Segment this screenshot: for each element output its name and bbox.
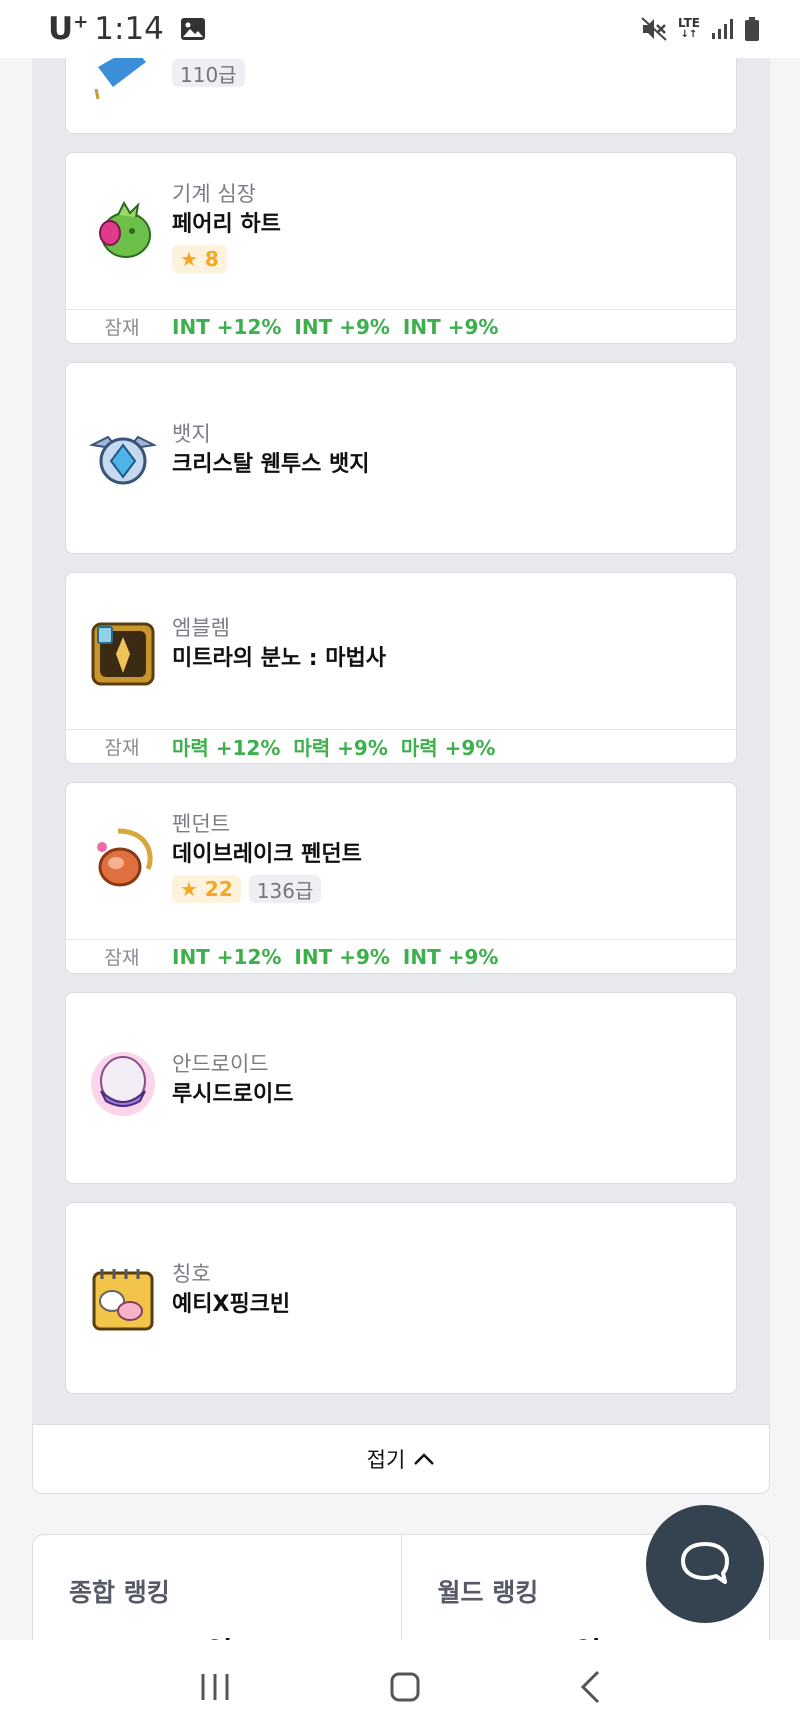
item-name: 루시드로이드 [172, 1082, 294, 1107]
potential-value: 마력 +9% [293, 736, 388, 760]
potential-row: 잠재 INT +12% INT +9% INT +9% [66, 309, 736, 343]
potential-row: 잠재 마력 +12% 마력 +9% 마력 +9% [66, 729, 736, 763]
potential-value: INT +9% [402, 314, 499, 339]
potential-row: 잠재 INT +12% INT +9% INT +9% [66, 939, 736, 973]
item-name: 페어리 하트 [172, 212, 281, 237]
star-icon: ★ [180, 247, 198, 271]
star-force-badge: ★ 22 [172, 875, 241, 903]
item-category: 펜던트 [172, 812, 230, 836]
level-badge: 110급 [172, 59, 245, 87]
gallery-icon [180, 18, 205, 40]
item-category: 엠블렘 [172, 616, 230, 640]
item-category: 뱃지 [172, 422, 211, 446]
item-name: 크리스탈 웬투스 뱃지 [172, 452, 370, 477]
item-card-emblem[interactable]: 엠블렘 미트라의 분노 : 마법사 잠재 마력 +12% 마력 +9% 마력 +… [65, 572, 737, 764]
item-category: 기계 심장 [172, 182, 256, 206]
fold-button-label: 접기 [366, 1448, 406, 1472]
potential-value: INT +9% [294, 314, 390, 339]
potential-value: 마력 +12% [172, 736, 281, 760]
overall-ranking-label: 종합 랭킹 [69, 1578, 170, 1607]
potential-value: INT +12% [172, 944, 282, 969]
fairy-heart-icon [99, 200, 151, 258]
carrier-label: U+ [48, 11, 89, 47]
chevron-up-icon [414, 1453, 435, 1465]
back-icon[interactable] [578, 1669, 602, 1705]
home-icon[interactable] [389, 1671, 421, 1703]
clock: 1:14 [94, 11, 164, 47]
item-card-title[interactable]: 칭호 예티X핑크빈 [65, 1202, 737, 1394]
item-name: 미트라의 분노 : 마법사 [172, 646, 386, 671]
signal-icon [712, 19, 733, 39]
fold-button[interactable]: 접기 [32, 1424, 770, 1494]
item-card-badge[interactable]: 뱃지 크리스탈 웬투스 뱃지 [65, 362, 737, 554]
potential-value: INT +9% [294, 944, 390, 969]
potential-label: 잠재 [104, 317, 140, 339]
item-name: 예티X핑크빈 [172, 1292, 291, 1317]
title-icon [92, 1269, 154, 1331]
chat-bubble-icon [681, 1542, 729, 1584]
item-name: 데이브레이크 펜던트 [172, 842, 362, 867]
potential-value: 마력 +9% [400, 736, 496, 760]
system-nav-bar [0, 1640, 800, 1733]
item-card-heart[interactable]: 기계 심장 페어리 하트 ★ 8 잠재 INT +12% INT +9% INT… [65, 152, 737, 344]
crystal-badge-icon [88, 435, 158, 485]
level-badge: 136급 [248, 875, 322, 903]
potential-label: 잠재 [104, 947, 140, 969]
star-force-badge: ★ 8 [172, 245, 227, 273]
pendant-icon [97, 828, 153, 887]
lte-indicator: LTE ↓↑ [677, 16, 700, 40]
battery-icon [745, 17, 759, 41]
potential-label: 잠재 [104, 737, 140, 759]
item-card-pendant[interactable]: 펜던트 데이브레이크 펜던트 ★ 22 136급 잠재 INT +12% INT… [65, 782, 737, 974]
potential-value: INT +9% [402, 944, 499, 969]
item-category: 칭호 [172, 1262, 211, 1286]
item-card-android[interactable]: 안드로이드 루시드로이드 [65, 992, 737, 1184]
potential-value: INT +12% [172, 314, 282, 339]
item-category: 안드로이드 [172, 1052, 269, 1076]
recent-apps-icon[interactable] [198, 1672, 232, 1702]
mute-icon [641, 17, 667, 41]
status-bar: U+ 1:14 LTE ↓↑ [0, 0, 800, 58]
emblem-icon [91, 622, 155, 686]
android-icon [91, 1052, 155, 1116]
star-icon: ★ [180, 877, 198, 901]
chat-button[interactable] [646, 1505, 764, 1623]
